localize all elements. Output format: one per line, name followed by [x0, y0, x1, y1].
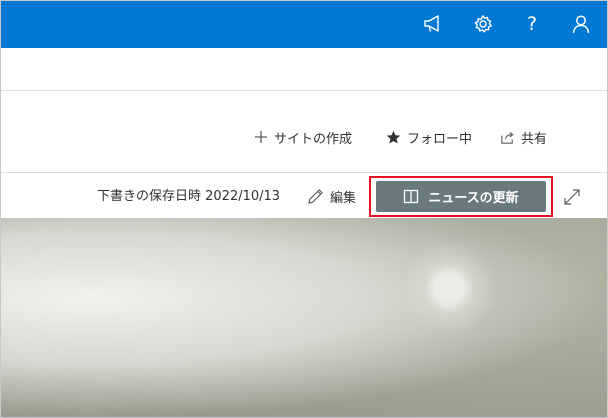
hero-image: [1, 218, 607, 417]
pencil-icon: [308, 188, 323, 204]
book-icon: [404, 189, 419, 204]
gear-icon[interactable]: [471, 12, 495, 36]
share-icon: [501, 131, 514, 144]
command-bar-divider: [1, 172, 607, 173]
edit-label: 編集: [330, 190, 357, 206]
person-icon[interactable]: [569, 12, 593, 36]
expand-icon[interactable]: [562, 187, 582, 207]
suite-bar: ?: [1, 1, 607, 48]
plus-icon: [255, 131, 267, 143]
create-site-button[interactable]: サイトの作成: [254, 125, 352, 149]
follow-label: フォロー中: [407, 131, 473, 147]
help-glyph: ?: [526, 13, 538, 35]
update-news-button[interactable]: ニュースの更新: [376, 181, 546, 212]
share-label: 共有: [521, 131, 548, 147]
share-button[interactable]: 共有: [500, 125, 547, 149]
megaphone-icon[interactable]: [421, 12, 445, 36]
create-site-label: サイトの作成: [274, 131, 353, 147]
help-icon[interactable]: ?: [520, 12, 544, 36]
star-filled-icon: [386, 130, 401, 143]
sharepoint-page: ? サイトの作成 フォロー中 共有 下書きの保存日時 2022/10/13 編集…: [0, 0, 608, 418]
update-news-label: ニュースの更新: [428, 191, 519, 206]
follow-button[interactable]: フォロー中: [386, 125, 472, 149]
draft-saved-status: 下書きの保存日時 2022/10/13: [97, 189, 281, 204]
header-divider: [1, 90, 607, 91]
edit-button[interactable]: 編集: [307, 184, 356, 208]
